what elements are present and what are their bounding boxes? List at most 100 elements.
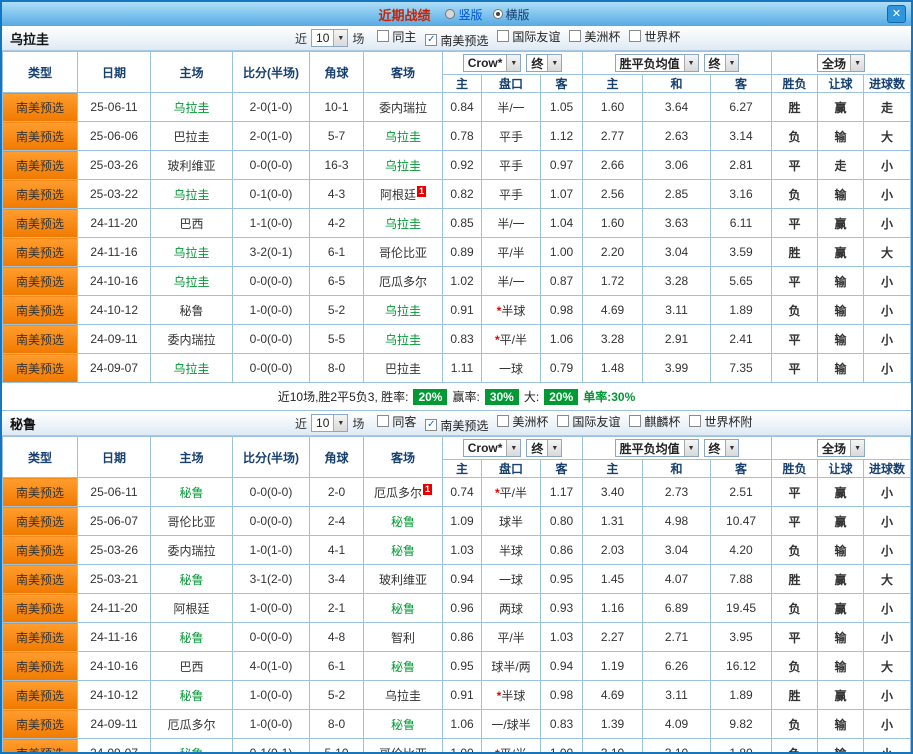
asian-final-select[interactable]: 终 ▼ bbox=[526, 439, 563, 457]
filter-checkbox[interactable]: 美洲杯 bbox=[569, 28, 620, 45]
chevron-down-icon: ▼ bbox=[333, 30, 348, 46]
cell-league: 南美预选 bbox=[2, 353, 78, 383]
col-handicap: 盘口 bbox=[481, 74, 541, 93]
cell-handicap: 半球 bbox=[481, 535, 541, 565]
filter-checkbox-label: 国际友谊 bbox=[512, 29, 561, 44]
team-section-uruguay: 乌拉圭 近 10 ▼ 场 同主 ✓ 南美预选 国际友谊 美洲杯 世界杯 类型 日期 主场 比… bbox=[2, 26, 911, 411]
cell-date: 25-03-22 bbox=[77, 179, 151, 209]
filter-checkbox[interactable]: 同客 bbox=[377, 413, 416, 430]
cell-europe-away-odds: 7.35 bbox=[710, 353, 773, 383]
cell-asian-away-odds: 0.86 bbox=[539, 535, 584, 565]
cell-asian-away-odds: 0.98 bbox=[539, 295, 584, 325]
cell-date: 25-03-26 bbox=[77, 150, 151, 180]
filter-checkbox[interactable]: ✓ 南美预选 bbox=[425, 417, 488, 434]
scope-select[interactable]: 全场 ▼ bbox=[817, 439, 865, 457]
match-row: 南美预选 24-09-07 秘鲁 0-1(0-1) 5-10 哥伦比亚 1.00 *平/半 1.… bbox=[2, 738, 911, 752]
cell-date: 24-10-12 bbox=[77, 680, 151, 710]
match-row: 南美预选 24-10-16 乌拉圭 0-0(0-0) 6-5 厄瓜多尔 1.02 半/一 0.8… bbox=[2, 266, 911, 296]
cell-date: 24-10-16 bbox=[77, 266, 151, 296]
filter-checkbox[interactable]: 世界杯附 bbox=[689, 413, 752, 430]
cell-asian-home-odds: 0.91 bbox=[442, 680, 482, 710]
cell-europe-home-odds: 2.27 bbox=[582, 622, 644, 652]
cell-corners: 16-3 bbox=[309, 150, 364, 180]
red-card-badge: 1 bbox=[417, 185, 427, 197]
cell-europe-home-odds: 2.20 bbox=[582, 237, 644, 267]
cell-league: 南美预选 bbox=[2, 266, 78, 296]
cell-handicap: 平/半 bbox=[481, 622, 541, 652]
match-count-select[interactable]: 10 ▼ bbox=[311, 414, 349, 432]
filter-checkbox-label: 同客 bbox=[392, 414, 417, 429]
cell-home-team: 厄瓜多尔 bbox=[150, 709, 233, 739]
europe-mean-select[interactable]: 胜平负均值 ▼ bbox=[614, 439, 699, 457]
filter-checkbox[interactable]: 国际友谊 bbox=[557, 413, 620, 430]
cell-score: 0-0(0-0) bbox=[232, 266, 310, 296]
cell-home-team: 秘鲁 bbox=[150, 477, 233, 507]
bookmaker-select[interactable]: Crow* ▼ bbox=[462, 439, 522, 457]
cell-goals-result: 小 bbox=[863, 622, 911, 652]
cell-corners: 6-5 bbox=[309, 266, 364, 296]
cell-asian-home-odds: 0.84 bbox=[442, 92, 482, 122]
cell-asian-home-odds: 0.92 bbox=[442, 150, 482, 180]
cell-europe-home-odds: 3.40 bbox=[582, 477, 644, 507]
filter-checkbox[interactable]: 麒麟杯 bbox=[629, 413, 680, 430]
cell-europe-draw-odds: 3.28 bbox=[642, 266, 712, 296]
cell-result: 胜 bbox=[771, 680, 819, 710]
filter-checkbox[interactable]: ✓ 南美预选 bbox=[425, 32, 488, 49]
filter-checkbox[interactable]: 世界杯 bbox=[629, 28, 680, 45]
checkbox-icon bbox=[629, 415, 642, 427]
cell-europe-away-odds: 7.88 bbox=[710, 564, 773, 594]
scope-select[interactable]: 全场 ▼ bbox=[817, 54, 865, 72]
asian-rate-label: 赢率: bbox=[452, 390, 480, 404]
cell-asian-away-odds: 1.03 bbox=[539, 622, 584, 652]
cell-result: 负 bbox=[771, 709, 819, 739]
cell-date: 24-09-11 bbox=[77, 709, 151, 739]
cell-handicap-result: 输 bbox=[817, 324, 865, 354]
cell-handicap: 半/一 bbox=[481, 208, 541, 238]
cell-goals-result: 小 bbox=[863, 324, 911, 354]
cell-result: 平 bbox=[771, 266, 819, 296]
cell-league: 南美预选 bbox=[2, 593, 78, 623]
cell-league: 南美预选 bbox=[2, 738, 78, 752]
cell-away-team: 委内瑞拉 bbox=[363, 92, 443, 122]
filter-checkbox[interactable]: 国际友谊 bbox=[497, 28, 560, 45]
cell-asian-home-odds: 0.78 bbox=[442, 121, 482, 151]
filters-bar: 近 10 ▼ 场 同客 ✓ 南美预选 美洲杯 国际友谊 麒麟杯 世界杯附 bbox=[295, 411, 752, 435]
cell-asian-away-odds: 0.83 bbox=[539, 709, 584, 739]
cell-date: 24-10-12 bbox=[77, 295, 151, 325]
near-label: 近 bbox=[295, 416, 308, 431]
cell-league: 南美预选 bbox=[2, 709, 78, 739]
cell-europe-home-odds: 4.69 bbox=[582, 295, 644, 325]
europe-mean-select[interactable]: 胜平负均值 ▼ bbox=[614, 54, 699, 72]
cell-europe-home-odds: 1.60 bbox=[582, 208, 644, 238]
filter-checkboxes: 同客 ✓ 南美预选 美洲杯 国际友谊 麒麟杯 世界杯附 bbox=[368, 413, 752, 434]
checkbox-icon bbox=[569, 30, 582, 42]
summary-text: 近10场,胜2平5负3, 胜率: bbox=[277, 390, 409, 404]
filter-checkbox[interactable]: 同主 bbox=[377, 28, 416, 45]
cell-asian-home-odds: 0.89 bbox=[442, 237, 482, 267]
scope-controls: 全场 ▼ bbox=[771, 51, 911, 75]
filter-checkbox[interactable]: 美洲杯 bbox=[497, 413, 548, 430]
cell-europe-away-odds: 2.41 bbox=[710, 324, 773, 354]
close-button[interactable]: ✕ bbox=[887, 5, 906, 23]
layout-option-horizontal[interactable]: 横版 bbox=[492, 6, 530, 23]
cell-away-team: 乌拉圭 bbox=[363, 150, 443, 180]
cell-handicap: 一球 bbox=[481, 353, 541, 383]
cell-handicap-result: 赢 bbox=[817, 564, 865, 594]
col-home: 主场 bbox=[150, 436, 233, 478]
col-asian-away: 客 bbox=[539, 74, 584, 93]
cell-home-team: 巴西 bbox=[150, 651, 233, 681]
cell-away-team: 厄瓜多尔 bbox=[363, 266, 443, 296]
layout-option-vertical[interactable]: 竖版 bbox=[445, 6, 483, 23]
cell-goals-result: 小 bbox=[863, 506, 911, 536]
asian-final-select[interactable]: 终 ▼ bbox=[526, 54, 563, 72]
col-date: 日期 bbox=[77, 436, 151, 478]
match-row: 南美预选 25-03-21 秘鲁 3-1(2-0) 3-4 玻利维亚 0.94 一球 0.95 1… bbox=[2, 564, 911, 594]
europe-final-select[interactable]: 终 ▼ bbox=[703, 439, 740, 457]
cell-europe-draw-odds: 2.63 bbox=[642, 121, 712, 151]
europe-final-select[interactable]: 终 ▼ bbox=[703, 54, 740, 72]
col-europe-draw: 和 bbox=[642, 74, 712, 93]
match-count-select[interactable]: 10 ▼ bbox=[311, 29, 349, 47]
cell-home-team: 秘鲁 bbox=[150, 295, 233, 325]
bookmaker-select[interactable]: Crow* ▼ bbox=[462, 54, 522, 72]
cell-europe-away-odds: 1.89 bbox=[710, 680, 773, 710]
